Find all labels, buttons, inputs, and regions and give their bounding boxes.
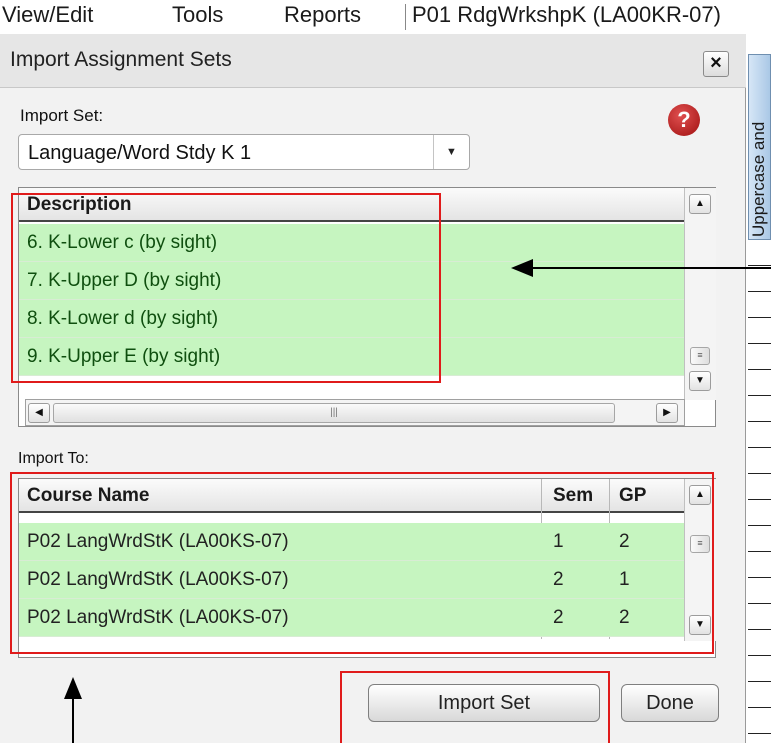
description-header: Description — [19, 188, 685, 222]
description-text: 8. K-Lower d (by sight) — [27, 308, 219, 329]
description-text: 9. K-Upper E (by sight) — [27, 346, 221, 367]
description-grid: Description 6. K-Lower c (by sight) 7. K… — [18, 187, 716, 427]
description-row[interactable]: 9. K-Upper E (by sight) — [19, 338, 685, 376]
menu-tools[interactable]: Tools — [172, 2, 223, 28]
description-vertical-scrollbar[interactable]: ▲ ≡ ▼ — [684, 188, 716, 400]
annotation-arrow-bottom — [72, 697, 74, 743]
description-text: 6. K-Lower c (by sight) — [27, 232, 218, 253]
uppercase-tab-label: Uppercase and — [749, 121, 768, 237]
close-icon[interactable]: × — [703, 51, 729, 77]
import-set-label: Import Set: — [20, 106, 104, 125]
import-assignment-sets-dialog: Import Assignment Sets × Import Set: ? L… — [0, 34, 746, 743]
sem-cell: 2 — [553, 607, 564, 628]
scroll-thumb[interactable]: ≡ — [690, 347, 710, 365]
course-row[interactable]: P02 LangWrdStK (LA00KS-07) 2 1 — [19, 561, 685, 599]
scroll-up-arrow-icon[interactable]: ▲ — [689, 485, 711, 505]
sem-column-header[interactable]: Sem — [553, 485, 593, 507]
menu-bar: View/Edit Tools Reports P01 RdgWrkshpK (… — [0, 0, 771, 34]
scroll-right-arrow-icon[interactable]: ▶ — [656, 403, 678, 423]
course-context-label: P01 RdgWrkshpK (LA00KR-07) — [412, 2, 721, 27]
description-column-header[interactable]: Description — [27, 194, 132, 216]
import-set-value: Language/Word Stdy K 1 — [28, 142, 252, 164]
scroll-down-arrow-icon[interactable]: ▼ — [689, 615, 711, 635]
dialog-titlebar: Import Assignment Sets × — [0, 34, 746, 88]
course-vertical-scrollbar[interactable]: ▲ ≡ ▼ — [684, 479, 716, 641]
course-name-cell: P02 LangWrdStK (LA00KS-07) — [27, 607, 289, 628]
done-button[interactable]: Done — [621, 684, 719, 722]
menu-view-edit[interactable]: View/Edit — [2, 2, 93, 28]
gp-cell: 2 — [619, 607, 630, 628]
description-row[interactable]: 6. K-Lower c (by sight) — [19, 224, 685, 262]
gp-cell: 2 — [619, 531, 630, 552]
menu-reports[interactable]: Reports — [284, 2, 361, 28]
description-row[interactable]: 8. K-Lower d (by sight) — [19, 300, 685, 338]
sem-cell: 2 — [553, 569, 564, 590]
scroll-left-arrow-icon[interactable]: ◀ — [28, 403, 50, 423]
scroll-up-arrow-icon[interactable]: ▲ — [689, 194, 711, 214]
import-set-select[interactable]: Language/Word Stdy K 1 ▼ — [18, 134, 470, 170]
uppercase-tab[interactable]: Uppercase and — [748, 54, 771, 240]
course-name-cell: P02 LangWrdStK (LA00KS-07) — [27, 569, 289, 590]
annotation-arrow-right — [530, 267, 771, 269]
course-name-cell: P02 LangWrdStK (LA00KS-07) — [27, 531, 289, 552]
background-panel: Uppercase and — [748, 34, 771, 743]
scroll-thumb[interactable]: ≡ — [690, 535, 710, 553]
arrowhead-up-icon — [64, 677, 82, 699]
arrowhead-left-icon — [511, 259, 533, 277]
gp-column-header[interactable]: GP — [619, 485, 646, 507]
sem-cell: 1 — [553, 531, 564, 552]
dialog-title: Import Assignment Sets — [10, 48, 232, 71]
gp-cell: 1 — [619, 569, 630, 590]
scroll-thumb[interactable]: ||| — [53, 403, 615, 423]
import-set-button[interactable]: Import Set — [368, 684, 600, 722]
scroll-down-arrow-icon[interactable]: ▼ — [689, 371, 711, 391]
help-icon[interactable]: ? — [668, 104, 700, 136]
background-grid-lines — [748, 240, 771, 740]
chevron-down-icon[interactable]: ▼ — [433, 135, 469, 169]
course-row[interactable]: P02 LangWrdStK (LA00KS-07) 1 2 — [19, 523, 685, 561]
course-row[interactable]: P02 LangWrdStK (LA00KS-07) 2 2 — [19, 599, 685, 637]
course-name-column-header[interactable]: Course Name — [27, 485, 150, 507]
import-to-label: Import To: — [18, 450, 89, 467]
description-text: 7. K-Upper D (by sight) — [27, 270, 222, 291]
menu-separator — [405, 4, 406, 30]
course-grid: Course Name Sem GP P02 LangWrdStK (LA00K… — [18, 478, 716, 658]
course-header-row: Course Name Sem GP — [19, 479, 685, 513]
description-horizontal-scrollbar[interactable]: ◀ ||| ▶ — [25, 399, 685, 426]
